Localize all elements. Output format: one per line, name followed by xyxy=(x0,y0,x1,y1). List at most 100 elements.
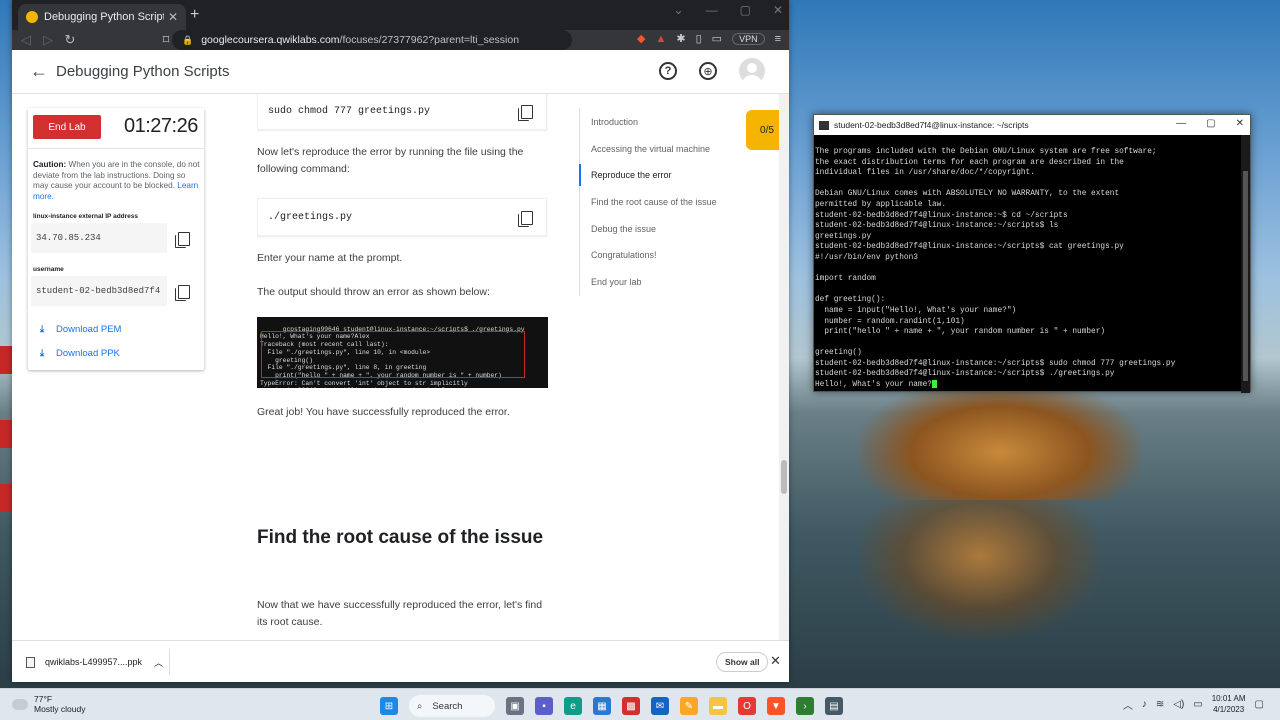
toc-item-end-lab[interactable]: End your lab xyxy=(591,277,642,287)
mail-icon[interactable]: ✉ xyxy=(651,697,669,715)
edge-icon[interactable]: e xyxy=(564,697,582,715)
back-arrow-icon[interactable]: ← xyxy=(30,61,48,82)
code-text: sudo chmod 777 greetings.py xyxy=(268,105,431,117)
opera-icon[interactable]: O xyxy=(738,697,756,715)
copy-code-icon[interactable] xyxy=(516,103,534,121)
section-heading: Find the root cause of the issue xyxy=(257,527,544,548)
app-header: ← Debugging Python Scripts ? ⊕ xyxy=(12,50,789,94)
close-download-bar-icon[interactable]: ✕ xyxy=(770,653,781,669)
rewards-icon[interactable]: ▲ xyxy=(655,33,666,45)
terminal-title-bar[interactable]: student-02-bedb3d8ed7f4@linux-instance: … xyxy=(814,115,1250,135)
lab-control-panel: End Lab 01:27:26 Caution: When you are i… xyxy=(28,108,204,370)
volume-icon[interactable]: ◁) xyxy=(1173,699,1184,710)
instruction-paragraph: Great job! You have successfully reprodu… xyxy=(257,406,510,418)
sidebar-icon[interactable]: ▯ xyxy=(696,32,702,45)
new-tab-button[interactable]: + xyxy=(190,6,199,24)
close-window-icon[interactable]: ✕ xyxy=(1236,118,1244,129)
terminal-window[interactable]: student-02-bedb3d8ed7f4@linux-instance: … xyxy=(813,114,1251,393)
start-windows-icon[interactable]: ⊞ xyxy=(380,697,398,715)
minimize-icon[interactable]: — xyxy=(1176,118,1186,129)
maximize-icon[interactable]: ▢ xyxy=(1206,118,1215,129)
tab-strip: Debugging Python Scripts | Qwik ✕ + ⌄ — … xyxy=(12,0,789,30)
system-tray: ︿ ♪ ≋ ◁) ▭ 10:01 AM 4/1/2023 ▢ xyxy=(1123,693,1264,715)
chevron-up-icon[interactable]: ︿ xyxy=(1123,697,1133,712)
close-window-icon[interactable]: ✕ xyxy=(773,3,783,17)
show-all-button[interactable]: Show all xyxy=(716,652,769,672)
download-item[interactable]: qwiklabs-L499957....ppk ︿ xyxy=(26,651,168,673)
code-text: ./greetings.py xyxy=(268,211,353,223)
toc-item-reproduce-error[interactable]: Reproduce the error xyxy=(591,170,672,180)
forward-nav-icon[interactable]: ▷ xyxy=(40,32,56,48)
desktop-icon-edge[interactable] xyxy=(0,420,12,448)
task-view-icon[interactable]: ▣ xyxy=(506,697,524,715)
toc-item-accessing-vm[interactable]: Accessing the virtual machine xyxy=(591,144,710,154)
clock-date: 4/1/2023 xyxy=(1213,705,1245,714)
minimize-icon[interactable]: — xyxy=(706,3,718,17)
store-icon[interactable]: ▦ xyxy=(593,697,611,715)
clock-time: 10:01 AM xyxy=(1211,694,1246,703)
copy-code-icon[interactable] xyxy=(516,209,534,227)
toc-rail xyxy=(579,108,580,296)
copy-username-icon[interactable] xyxy=(173,283,191,301)
wallpaper-rock xyxy=(860,380,1140,500)
end-lab-button[interactable]: End Lab xyxy=(33,115,101,139)
battery-icon[interactable]: ▭ xyxy=(1193,699,1202,710)
download-icon: ⤓ xyxy=(40,348,45,359)
terminal-output[interactable]: The programs included with the Debian GN… xyxy=(814,135,1242,393)
chevron-up-icon[interactable]: ︿ xyxy=(154,656,163,669)
sketch-app-icon[interactable]: ✎ xyxy=(680,697,698,715)
tab-title: Debugging Python Scripts | Qwik xyxy=(44,11,164,23)
toc-item-introduction[interactable]: Introduction xyxy=(591,117,638,127)
username-field[interactable]: student-02-bedb3d8ed7f4 xyxy=(31,276,167,306)
scrollbar-thumb[interactable] xyxy=(1243,171,1248,381)
menu-icon[interactable]: ≡ xyxy=(775,33,781,45)
language-globe-icon[interactable]: ⊕ xyxy=(699,62,717,80)
vpn-button[interactable]: VPN xyxy=(732,32,765,45)
extensions-icon[interactable]: ✱ xyxy=(676,32,685,45)
page-title: Debugging Python Scripts xyxy=(56,63,230,80)
back-nav-icon[interactable]: ◁ xyxy=(18,32,34,48)
terminal-app-icon[interactable]: › xyxy=(796,697,814,715)
avatar[interactable] xyxy=(739,58,765,84)
scrollbar-thumb[interactable] xyxy=(781,460,787,494)
toc-item-debug-issue[interactable]: Debug the issue xyxy=(591,224,656,234)
desktop-icon-edge[interactable] xyxy=(0,346,12,374)
wifi-icon[interactable]: ≋ xyxy=(1156,699,1164,710)
browser-tab[interactable]: Debugging Python Scripts | Qwik ✕ xyxy=(18,4,186,30)
qwiklabs-favicon-icon xyxy=(26,11,38,23)
close-tab-icon[interactable]: ✕ xyxy=(168,10,178,24)
file-explorer-icon[interactable]: ▬ xyxy=(709,697,727,715)
download-pem-link[interactable]: ⤓ Download PEM xyxy=(40,324,121,335)
teams-icon[interactable]: ▪ xyxy=(535,697,553,715)
clock[interactable]: 10:01 AM 4/1/2023 xyxy=(1212,693,1246,715)
help-icon[interactable]: ? xyxy=(659,62,677,80)
toc-item-find-root-cause[interactable]: Find the root cause of the issue xyxy=(591,197,717,207)
ip-field[interactable]: 34.70.85.234 xyxy=(31,223,167,253)
desktop-icon-edge[interactable] xyxy=(0,484,12,512)
window-controls: ⌄ — ▢ ✕ xyxy=(674,3,783,17)
reload-icon[interactable]: ↻ xyxy=(62,32,78,48)
download-ppk-link[interactable]: ⤓ Download PPK xyxy=(40,348,120,359)
download-pem-label: Download PEM xyxy=(56,324,122,335)
taskbar-search[interactable]: ⌕ Search xyxy=(409,695,495,717)
search-label: Search xyxy=(432,700,463,712)
microphone-icon[interactable]: ♪ xyxy=(1142,699,1147,710)
divider xyxy=(169,649,170,675)
notification-icon[interactable]: ▢ xyxy=(1255,699,1264,710)
page-scrollbar[interactable] xyxy=(779,94,789,640)
weather-widget[interactable]: 77°F Mostly cloudy xyxy=(12,694,86,714)
copy-ip-icon[interactable] xyxy=(173,230,191,248)
tab-search-icon[interactable]: ⌄ xyxy=(674,3,684,17)
wallet-icon[interactable]: ▭ xyxy=(712,32,722,45)
maximize-icon[interactable]: ▢ xyxy=(740,3,751,17)
putty-icon[interactable]: ▤ xyxy=(825,697,843,715)
url-field[interactable]: 🔒 googlecoursera.qwiklabs.com/focuses/27… xyxy=(172,30,572,50)
brave-shield-icon[interactable]: ◆ xyxy=(637,32,645,45)
download-icon: ⤓ xyxy=(40,324,45,335)
toc-item-congratulations[interactable]: Congratulations! xyxy=(591,250,657,260)
terminal-scrollbar[interactable] xyxy=(1241,135,1250,393)
weather-temp: 77°F xyxy=(34,694,53,704)
brave-icon[interactable]: ▼ xyxy=(767,697,785,715)
gift-app-icon[interactable]: ▩ xyxy=(622,697,640,715)
weather-condition: Mostly cloudy xyxy=(34,704,86,714)
